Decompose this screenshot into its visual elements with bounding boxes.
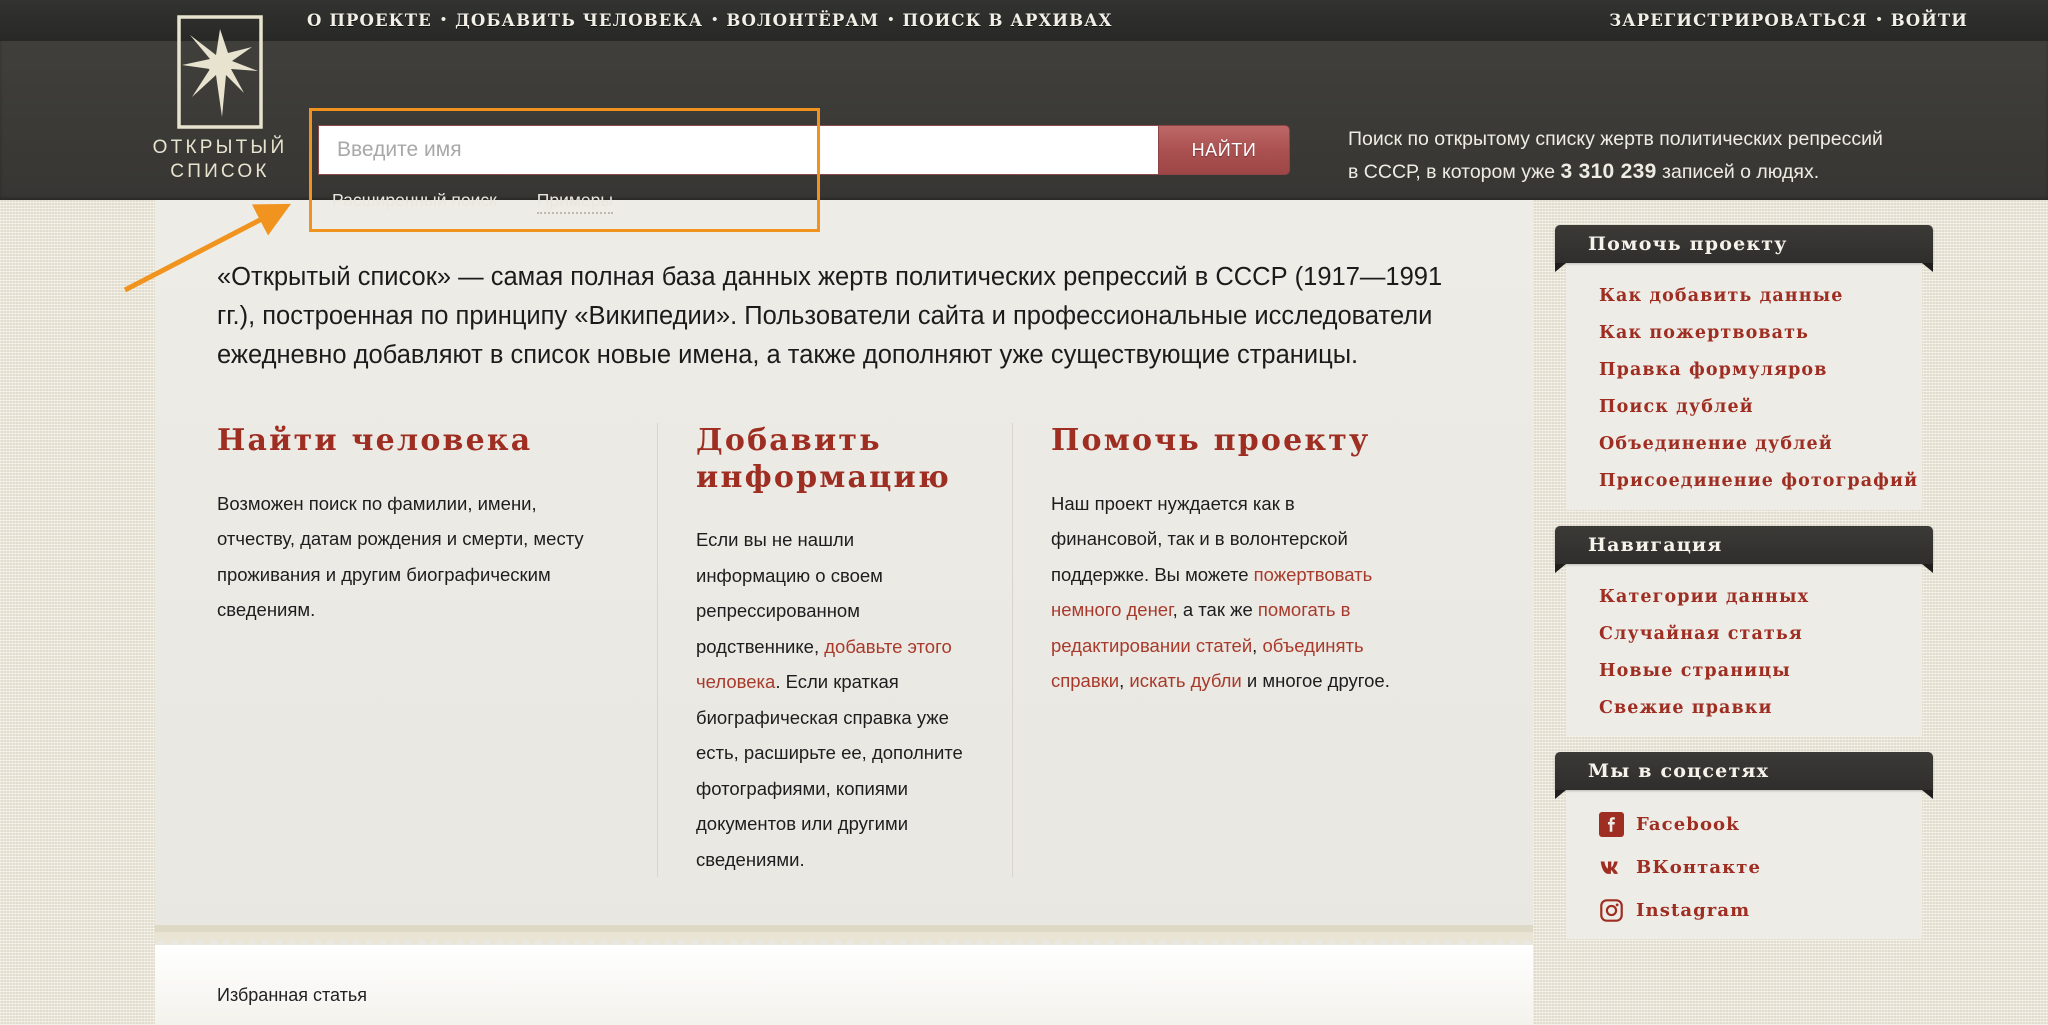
column-help-project: Помочь проекту Наш проект нуждается как …	[1012, 423, 1442, 878]
ribbon-fold-right-icon	[1922, 263, 1933, 272]
column-title: Найти человека	[217, 423, 533, 458]
column-add-info: Добавить информацию Если вы не нашли инф…	[657, 423, 1012, 878]
nav-link-3[interactable]: ПОИСК В АРХИВАХ	[903, 11, 1113, 30]
ribbon-fold-left-icon	[1555, 563, 1566, 573]
nav-separator: •	[712, 11, 718, 28]
widget-header: Помочь проекту	[1555, 225, 1933, 272]
sidebar-link[interactable]: Случайная статья	[1599, 623, 1922, 646]
widget-help-project: Помочь проекту Как добавить данные Как по…	[1555, 225, 1933, 510]
column-title: Помочь проекту	[1051, 423, 1371, 458]
sidebar-link[interactable]: Новые страницы	[1599, 660, 1922, 683]
record-count: 3 310 239	[1560, 159, 1657, 183]
top-navigation-bar: О ПРОЕКТЕ • ДОБАВИТЬ ЧЕЛОВЕКА • ВОЛОНТЁРАМ • П…	[0, 0, 2048, 41]
main-content-card: «Открытый список» — самая полная база да…	[155, 200, 1533, 945]
widget-navigation: Навигация Категории данных Случайная стат…	[1555, 525, 1933, 736]
sidebar-link[interactable]: Категории данных	[1599, 586, 1922, 609]
nav-separator: •	[1876, 11, 1882, 28]
nav-separator: •	[888, 11, 894, 28]
search-sublinks: Расширенный поиск Примеры	[332, 190, 613, 214]
social-link-vkontakte[interactable]: ВКонтакте	[1599, 855, 1922, 880]
search-submit-button[interactable]: НАЙТИ	[1158, 125, 1290, 175]
site-header: ОТКРЫТЫЙ СПИСОК НАЙТИ Расширенный поиск …	[0, 15, 2048, 232]
ribbon-fold-right-icon	[1922, 789, 1933, 799]
widget-header: Навигация	[1555, 525, 1933, 573]
widget-title: Помочь проекту	[1588, 233, 1788, 255]
nav-link-0[interactable]: О ПРОЕКТЕ	[307, 11, 432, 30]
search-input[interactable]	[318, 125, 1158, 175]
logo-wordmark: ОТКРЫТЫЙ СПИСОК	[152, 137, 288, 183]
social-link-facebook[interactable]: Facebook	[1599, 811, 1922, 837]
inline-link[interactable]: добавьте этого человека	[696, 636, 952, 693]
nav-link-1[interactable]: ДОБАВИТЬ ЧЕЛОВЕКА	[455, 11, 703, 30]
featured-article-label: Избранная статья	[217, 985, 367, 1005]
social-link-instagram[interactable]: Instagram	[1599, 898, 1922, 923]
widget-links: Как добавить данные Как пожертвовать Правк…	[1566, 263, 1922, 510]
sidebar-link[interactable]: Правка формуляров	[1599, 359, 1922, 382]
column-body: Возможен поиск по фамилии, имени, отчест…	[217, 492, 584, 621]
social-label: Facebook	[1636, 813, 1740, 835]
column-body: Наш проект нуждается как в финансовой, т…	[1051, 492, 1390, 692]
intro-paragraph: «Открытый список» — самая полная база да…	[217, 263, 1443, 369]
sidebar-link[interactable]: Объединение дублей	[1599, 433, 1922, 456]
widget-title: Мы в соцсетях	[1588, 759, 1770, 782]
examples-link[interactable]: Примеры	[536, 190, 613, 214]
widget-social: Мы в соцсетях Facebook ВКонтакте Instagr…	[1555, 751, 1933, 939]
site-logo[interactable]: ОТКРЫТЫЙ СПИСОК	[150, 13, 290, 185]
sidebar-link[interactable]: Присоединение фотографий	[1599, 470, 1922, 493]
column-body: Если вы не нашли информацию о своем репр…	[696, 529, 963, 870]
sidebar-link[interactable]: Как добавить данные	[1599, 285, 1922, 308]
ribbon-fold-left-icon	[1555, 789, 1566, 799]
header-description: Поиск по открытому списку жертв политиче…	[1348, 124, 1968, 188]
vk-icon	[1600, 861, 1618, 874]
social-label: ВКонтакте	[1636, 856, 1762, 878]
sidebar-link[interactable]: Свежие правки	[1599, 697, 1922, 720]
primary-nav-links: О ПРОЕКТЕ • ДОБАВИТЬ ЧЕЛОВЕКА • ВОЛОНТЁРАМ • П…	[307, 0, 1113, 41]
column-find-person: Найти человека Возможен поиск по фамилии…	[217, 423, 657, 877]
ribbon-fold-right-icon	[1922, 563, 1933, 573]
blurb-suffix: записей о людях.	[1656, 160, 1820, 183]
nav-link-0[interactable]: ЗАРЕГИСТРИРОВАТЬСЯ	[1609, 11, 1867, 30]
nav-link-1[interactable]: ВОЙТИ	[1891, 11, 1968, 30]
search-form: НАЙТИ	[318, 125, 1290, 175]
social-links: Facebook ВКонтакте Instagram	[1566, 789, 1922, 939]
nav-separator: •	[440, 11, 447, 28]
blurb-prefix: в СССР, в котором уже	[1348, 160, 1561, 183]
sidebar-link[interactable]: Как пожертвовать	[1599, 322, 1922, 345]
social-label: Instagram	[1636, 899, 1751, 921]
swallow-in-frame-icon	[177, 15, 263, 129]
column-title: Добавить информацию	[696, 423, 951, 495]
ribbon-fold-left-icon	[1555, 263, 1566, 272]
facebook-icon	[1599, 811, 1624, 837]
header-description-line1: Поиск по открытому списку жертв политиче…	[1348, 128, 1883, 150]
header-description-line2: в СССР, в котором уже 3 310 239 записей …	[1348, 155, 1968, 188]
advanced-search-link[interactable]: Расширенный поиск	[332, 190, 497, 214]
feature-columns: Найти человека Возможен поиск по фамилии…	[217, 423, 1471, 878]
widget-title: Навигация	[1588, 533, 1723, 556]
sidebar-link[interactable]: Поиск дублей	[1599, 396, 1922, 419]
zigzag-divider	[155, 932, 1533, 945]
featured-article-panel: Избранная статья	[155, 945, 1533, 1025]
widget-header: Мы в соцсетях	[1555, 751, 1933, 799]
widget-links: Категории данных Случайная статья Новые ст…	[1566, 563, 1922, 736]
instagram-icon	[1600, 899, 1623, 922]
account-nav-links: ЗАРЕГИСТРИРОВАТЬСЯ • ВОЙТИ	[1609, 0, 1968, 41]
right-sidebar: Помочь проекту Как добавить данные Как по…	[1555, 225, 1933, 939]
nav-link-2[interactable]: ВОЛОНТЁРАМ	[726, 11, 879, 30]
inline-link[interactable]: искать дубли	[1129, 670, 1241, 691]
